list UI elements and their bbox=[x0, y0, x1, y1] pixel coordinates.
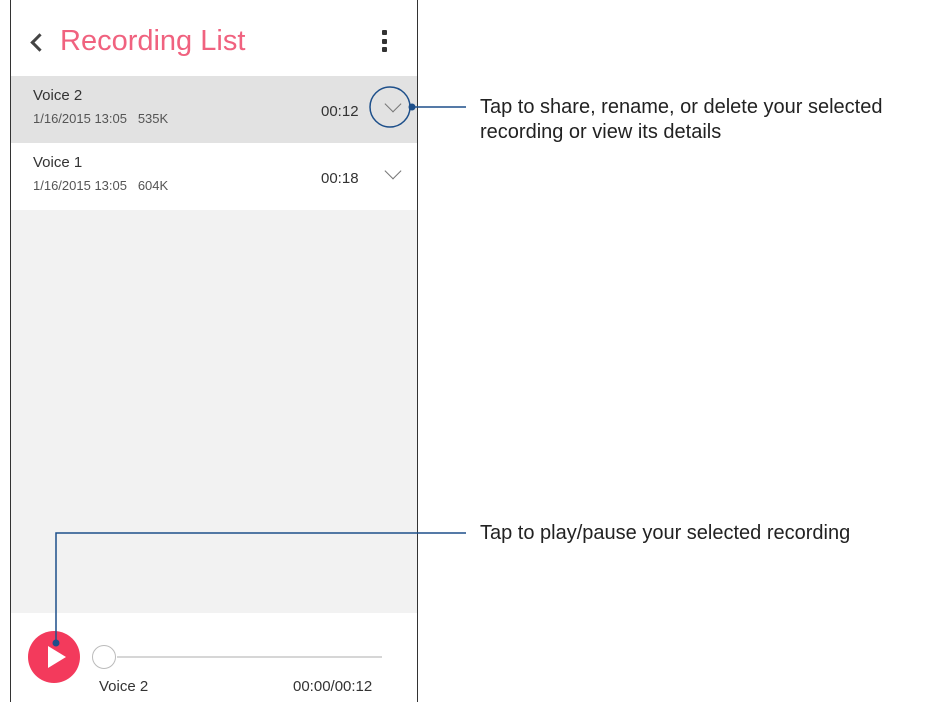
seek-thumb[interactable] bbox=[92, 645, 116, 669]
recording-meta: 1/16/2015 13:05 535K bbox=[33, 111, 168, 126]
recording-size: 604K bbox=[137, 178, 169, 193]
recording-name: Voice 1 bbox=[33, 154, 83, 171]
page-title: Recording List bbox=[60, 25, 246, 57]
more-options-icon[interactable] bbox=[382, 30, 388, 56]
recording-meta: 1/16/2015 13:05 604K bbox=[33, 178, 168, 193]
phone-screen: Recording List Voice 2 1/16/2015 13:05 5… bbox=[10, 0, 418, 702]
chevron-down-icon[interactable] bbox=[384, 162, 402, 180]
player-track-name: Voice 2 bbox=[99, 678, 149, 695]
recording-date: 1/16/2015 13:05 bbox=[33, 111, 127, 126]
options-annotation-line1: Tap to share, rename, or delete your sel… bbox=[480, 96, 883, 118]
playback-bar: Voice 2 00:00/00:12 bbox=[11, 613, 417, 702]
list-item[interactable]: Voice 1 1/16/2015 13:05 604K 00:18 bbox=[11, 143, 417, 210]
recording-duration: 00:12 bbox=[321, 103, 359, 120]
recording-name: Voice 2 bbox=[33, 87, 83, 104]
options-annotation-line2: recording or view its details bbox=[480, 121, 722, 143]
back-arrow-icon[interactable] bbox=[30, 33, 49, 52]
recording-list: Voice 2 1/16/2015 13:05 535K 00:12 Voice… bbox=[11, 76, 417, 613]
player-time: 00:00/00:12 bbox=[293, 678, 373, 695]
play-annotation: Tap to play/pause your selected recordin… bbox=[480, 522, 851, 544]
chevron-down-icon[interactable] bbox=[384, 95, 402, 113]
recording-size: 535K bbox=[137, 111, 169, 126]
top-bar: Recording List bbox=[11, 0, 417, 76]
recording-duration: 00:18 bbox=[321, 170, 359, 187]
options-annotation: Tap to share, rename, or delete your sel… bbox=[480, 95, 882, 145]
seek-track[interactable] bbox=[117, 656, 382, 658]
recording-date: 1/16/2015 13:05 bbox=[33, 178, 127, 193]
list-item[interactable]: Voice 2 1/16/2015 13:05 535K 00:12 bbox=[11, 76, 417, 143]
play-button[interactable] bbox=[28, 631, 80, 683]
